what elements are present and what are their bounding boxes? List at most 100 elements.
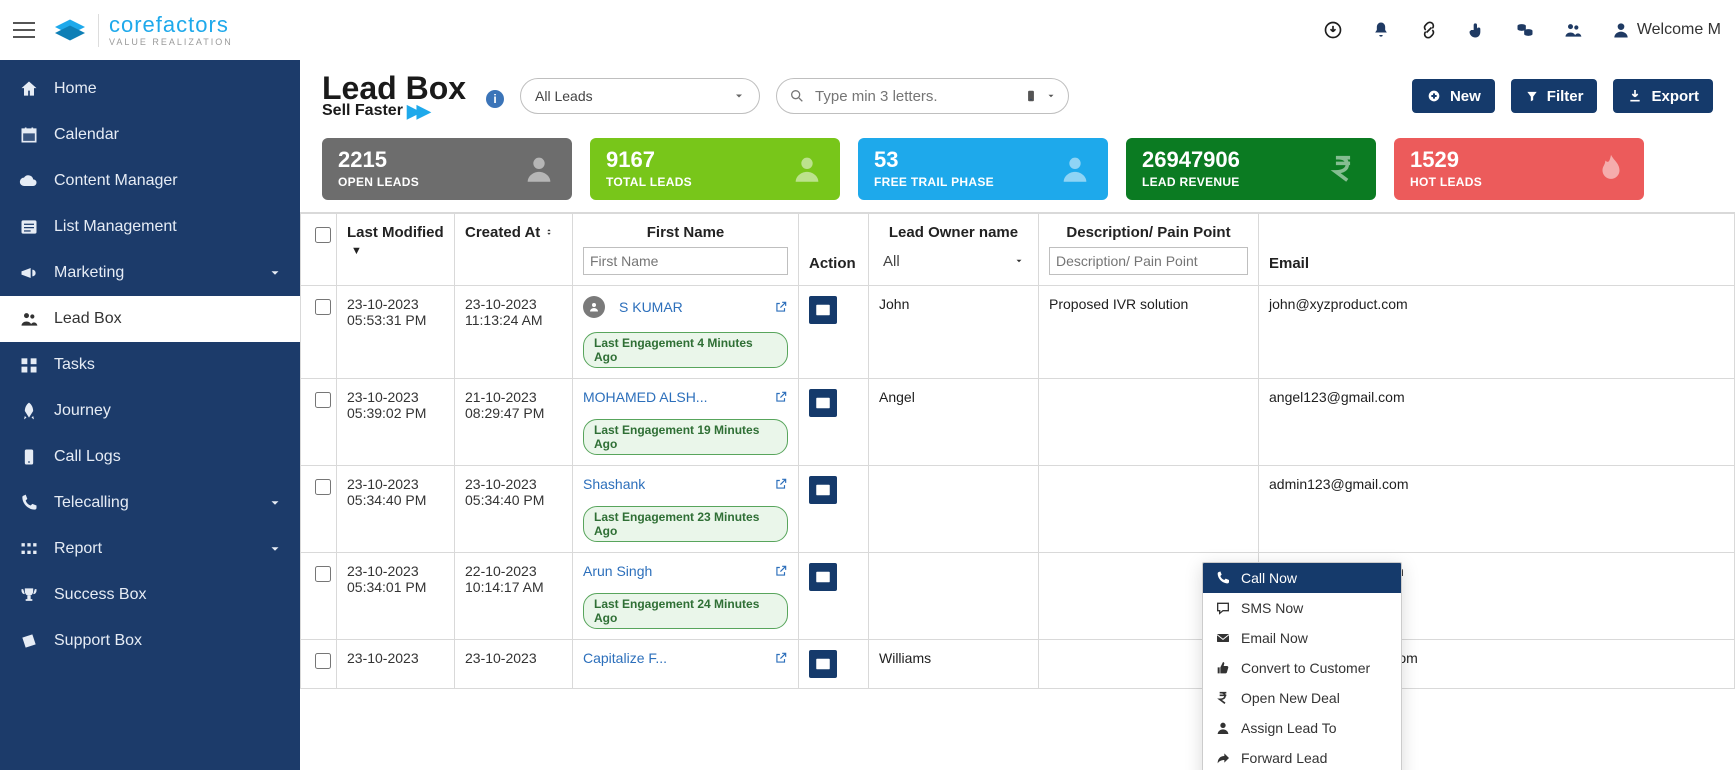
engagement-badge: Last Engagement 24 Minutes Ago xyxy=(583,593,788,629)
lead-name-link[interactable]: S KUMAR xyxy=(619,299,683,315)
owner-filter-select[interactable]: All xyxy=(879,247,1028,275)
row-action-button[interactable] xyxy=(809,476,837,504)
sidebar-item-label: Telecalling xyxy=(54,494,129,512)
table-row: 23-10-202305:34:40 PM 23-10-202305:34:40… xyxy=(301,466,1735,553)
download-icon[interactable] xyxy=(1323,20,1343,40)
sidebar-item-tasks[interactable]: Tasks xyxy=(0,342,300,388)
ctx-item-label: Assign Lead To xyxy=(1241,720,1336,736)
sidebar-item-label: Home xyxy=(54,80,97,98)
info-icon[interactable]: i xyxy=(486,90,504,108)
ctx-email-now[interactable]: Email Now xyxy=(1203,623,1401,653)
search-box[interactable] xyxy=(776,78,1069,114)
sidebar-item-content-manager[interactable]: Content Manager xyxy=(0,158,300,204)
cell-last-modified: 23-10-2023 xyxy=(337,640,455,689)
stat-card-open-leads[interactable]: 2215OPEN LEADS xyxy=(322,138,572,200)
bell-icon[interactable] xyxy=(1371,20,1391,40)
lead-name-link[interactable]: Capitalize F... xyxy=(583,650,667,666)
brand-logo[interactable]: corefactors value realization xyxy=(52,12,233,48)
sidebar-item-home[interactable]: Home xyxy=(0,66,300,112)
cell-email: angel123@gmail.com xyxy=(1259,379,1735,466)
ctx-open-new-deal[interactable]: Open New Deal xyxy=(1203,683,1401,713)
new-button[interactable]: New xyxy=(1412,79,1495,113)
cell-last-modified: 23-10-202305:53:31 PM xyxy=(337,286,455,379)
calendar-icon xyxy=(18,124,40,146)
row-checkbox[interactable] xyxy=(315,479,331,495)
description-filter-input[interactable] xyxy=(1049,247,1248,275)
first-name-filter-input[interactable] xyxy=(583,247,788,275)
chevron-down-icon xyxy=(268,542,282,556)
page-title: Lead Box xyxy=(322,72,466,104)
cell-email: john@xyzproduct.com xyxy=(1259,286,1735,379)
lead-filter-select[interactable]: All Leads xyxy=(520,78,760,114)
stat-card-lead-revenue[interactable]: 26947906LEAD REVENUE xyxy=(1126,138,1376,200)
link-icon[interactable] xyxy=(1419,20,1439,40)
row-checkbox[interactable] xyxy=(315,653,331,669)
row-action-button[interactable] xyxy=(809,563,837,591)
lead-type-icon xyxy=(583,296,605,318)
lead-name-link[interactable]: Shashank xyxy=(583,476,645,492)
lead-name-link[interactable]: Arun Singh xyxy=(583,563,652,579)
sidebar-item-calendar[interactable]: Calendar xyxy=(0,112,300,158)
cell-description xyxy=(1039,379,1259,466)
sidebar-item-call-logs[interactable]: Call Logs xyxy=(0,434,300,480)
sidebar-item-journey[interactable]: Journey xyxy=(0,388,300,434)
coins-icon[interactable] xyxy=(1515,20,1535,40)
users-header-icon[interactable] xyxy=(1563,20,1583,40)
caret-down-icon xyxy=(1014,256,1024,266)
caret-down-icon[interactable] xyxy=(1046,91,1056,101)
external-link-icon[interactable] xyxy=(774,564,788,578)
new-button-label: New xyxy=(1450,88,1481,105)
avatar-icon xyxy=(1611,20,1631,40)
col-created-at[interactable]: Created At xyxy=(455,214,573,286)
sidebar-item-list-management[interactable]: List Management xyxy=(0,204,300,250)
thumb-icon xyxy=(1215,660,1231,676)
external-link-icon[interactable] xyxy=(774,390,788,404)
mail-icon xyxy=(1215,630,1231,646)
sidebar-item-support-box[interactable]: Support Box xyxy=(0,618,300,664)
sidebar-item-lead-box[interactable]: Lead Box xyxy=(0,296,300,342)
external-link-icon[interactable] xyxy=(774,477,788,491)
plus-icon xyxy=(1426,88,1442,104)
brandmark-icon xyxy=(52,12,88,48)
select-all-checkbox[interactable] xyxy=(315,227,331,243)
row-checkbox[interactable] xyxy=(315,299,331,315)
mobile-search-icon[interactable] xyxy=(1024,87,1038,105)
row-action-button[interactable] xyxy=(809,389,837,417)
sidebar-item-marketing[interactable]: Marketing xyxy=(0,250,300,296)
sidebar-item-success-box[interactable]: Success Box xyxy=(0,572,300,618)
col-first-name: First Name xyxy=(573,214,799,286)
stat-card-hot-leads[interactable]: 1529HOT LEADS xyxy=(1394,138,1644,200)
stat-value: 26947906 xyxy=(1142,149,1240,171)
user-icon xyxy=(1215,720,1231,736)
external-link-icon[interactable] xyxy=(774,300,788,314)
sms-icon xyxy=(1215,600,1231,616)
sidebar-item-telecalling[interactable]: Telecalling xyxy=(0,480,300,526)
ctx-call-now[interactable]: Call Now xyxy=(1203,563,1401,593)
main-content: Lead Box Sell Faster ▶▶ i All Leads xyxy=(300,60,1735,770)
sidebar-item-report[interactable]: Report xyxy=(0,526,300,572)
row-action-button[interactable] xyxy=(809,296,837,324)
welcome-menu[interactable]: Welcome M xyxy=(1611,20,1721,40)
lead-name-link[interactable]: MOHAMED ALSH... xyxy=(583,389,707,405)
export-button[interactable]: Export xyxy=(1613,79,1713,113)
ctx-convert-to-customer[interactable]: Convert to Customer xyxy=(1203,653,1401,683)
filter-button[interactable]: Filter xyxy=(1511,79,1598,113)
ctx-forward-lead[interactable]: Forward Lead xyxy=(1203,743,1401,770)
hand-icon[interactable] xyxy=(1467,20,1487,40)
stat-value: 1529 xyxy=(1410,149,1482,171)
ctx-assign-lead-to[interactable]: Assign Lead To xyxy=(1203,713,1401,743)
stat-card-total-leads[interactable]: 9167TOTAL LEADS xyxy=(590,138,840,200)
col-description: Description/ Pain Point xyxy=(1039,214,1259,286)
menu-toggle[interactable] xyxy=(10,16,38,44)
cell-description xyxy=(1039,466,1259,553)
row-checkbox[interactable] xyxy=(315,392,331,408)
sidebar-item-label: Journey xyxy=(54,402,111,420)
stat-card-free-trail-phase[interactable]: 53FREE TRAIL PHASE xyxy=(858,138,1108,200)
external-link-icon[interactable] xyxy=(774,651,788,665)
row-checkbox[interactable] xyxy=(315,566,331,582)
ctx-sms-now[interactable]: SMS Now xyxy=(1203,593,1401,623)
row-action-button[interactable] xyxy=(809,650,837,678)
search-input[interactable] xyxy=(813,87,1016,106)
brand-name: corefactors xyxy=(109,14,233,36)
col-last-modified[interactable]: Last Modified ▼ xyxy=(337,214,455,286)
